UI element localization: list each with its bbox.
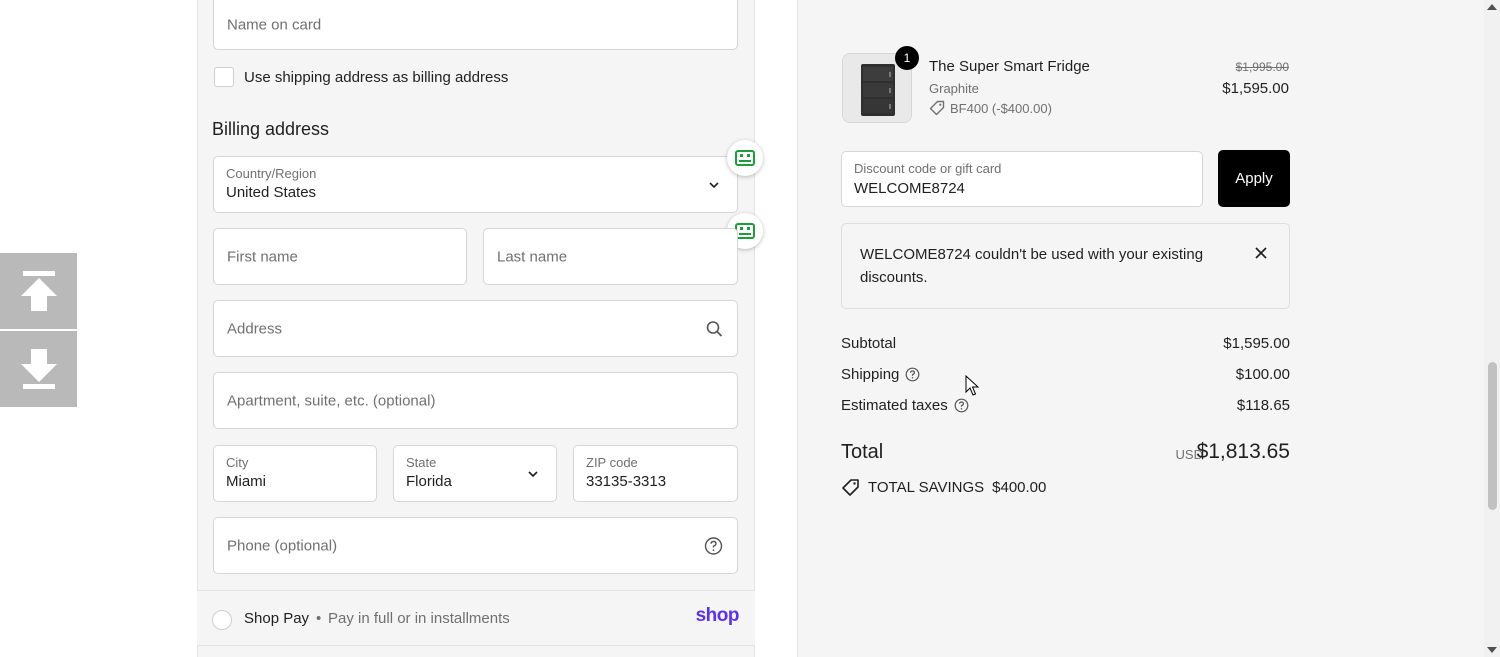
address-field[interactable]: Address: [213, 300, 738, 357]
total-amount: $1,813.65: [1196, 440, 1290, 463]
discount-code-input[interactable]: Discount code or gift card WELCOME8724: [841, 151, 1203, 207]
name-on-card-field[interactable]: Name on card: [213, 0, 738, 50]
last-name-placeholder: Last name: [497, 248, 568, 265]
shop-pay-separator: •: [316, 610, 322, 627]
arrow-up-icon: [20, 271, 57, 311]
apply-button[interactable]: Apply: [1218, 150, 1290, 207]
billing-address-title: Billing address: [212, 119, 330, 139]
close-icon[interactable]: [1253, 245, 1269, 261]
state-value: Florida: [406, 473, 452, 490]
discount-code-label: Discount code or gift card: [854, 161, 1002, 176]
phone-placeholder: Phone (optional): [227, 537, 338, 554]
page-scrollbar[interactable]: [1484, 0, 1500, 657]
shop-pay-option[interactable]: Shop Pay • Pay in full or in installment…: [197, 590, 755, 646]
help-circle-icon[interactable]: [704, 536, 723, 555]
quantity-badge: 1: [895, 46, 919, 70]
zip-label: ZIP code: [586, 455, 638, 470]
total-savings: TOTAL SAVINGS $400.00: [841, 478, 1046, 497]
scroll-up-arrow[interactable]: [1487, 4, 1497, 10]
arrow-down-icon: [20, 349, 57, 389]
first-name-placeholder: First name: [227, 248, 298, 265]
product-discount-code: BF400 (-$400.00): [950, 100, 1052, 116]
product-price-original: $1,995.00: [1235, 60, 1289, 74]
product-price: $1,595.00: [1222, 80, 1289, 97]
product-variant: Graphite: [929, 81, 979, 96]
last-name-field[interactable]: Last name: [483, 228, 738, 285]
product-name: The Super Smart Fridge: [929, 58, 1090, 75]
city-value: Miami: [226, 473, 266, 490]
discount-error-text: WELCOME8724 couldn't be used with your e…: [860, 246, 1204, 286]
shop-pay-subtitle: Pay in full or in installments: [328, 610, 510, 627]
shop-pay-logo: shop: [695, 605, 740, 626]
country-value: United States: [226, 184, 317, 201]
taxes-value: $118.65: [1236, 397, 1290, 414]
taxes-label: Estimated taxes: [841, 397, 948, 414]
zip-field[interactable]: ZIP code 33135-3313: [573, 445, 738, 502]
autofill-button[interactable]: [727, 140, 763, 176]
country-label: Country/Region: [226, 166, 317, 181]
contact-card-icon: [735, 150, 755, 166]
subtotal-value: $1,595.00: [1223, 335, 1290, 352]
scroll-up-button[interactable]: [0, 253, 77, 329]
state-select[interactable]: State Florida: [393, 445, 557, 502]
shipping-value: $100.00: [1235, 366, 1290, 383]
name-on-card-placeholder: Name on card: [227, 16, 322, 34]
state-label: State: [406, 455, 437, 470]
chevron-down-icon: [528, 470, 538, 477]
phone-field[interactable]: Phone (optional): [213, 517, 738, 574]
shop-pay-title: Shop Pay: [244, 610, 310, 627]
scrollbar-thumb[interactable]: [1488, 362, 1497, 510]
shipping-label: Shipping: [841, 366, 900, 383]
subtotal-label: Subtotal: [841, 335, 897, 352]
scroll-down-button[interactable]: [0, 331, 77, 407]
apartment-field[interactable]: Apartment, suite, etc. (optional): [213, 372, 738, 429]
mouse-cursor-icon: [965, 375, 979, 396]
discount-error-notice: WELCOME8724 couldn't be used with your e…: [841, 223, 1290, 309]
help-circle-icon[interactable]: [954, 398, 969, 413]
total-savings-label: TOTAL SAVINGS: [868, 479, 985, 496]
city-label: City: [226, 455, 249, 470]
billing-same-label[interactable]: Use shipping address as billing address: [244, 69, 508, 86]
search-icon: [706, 320, 723, 337]
contact-card-icon: [735, 223, 755, 239]
tag-icon: [929, 100, 945, 116]
apartment-placeholder: Apartment, suite, etc. (optional): [227, 392, 436, 409]
shop-pay-radio[interactable]: [212, 610, 232, 630]
total-label: Total: [841, 441, 884, 463]
first-name-field[interactable]: First name: [213, 228, 467, 285]
city-field[interactable]: City Miami: [213, 445, 377, 502]
product-discount: BF400 (-$400.00): [929, 100, 1052, 116]
total-savings-value: $400.00: [992, 479, 1047, 496]
address-placeholder: Address: [227, 320, 283, 337]
help-circle-icon[interactable]: [905, 367, 920, 382]
tag-icon: [842, 479, 859, 496]
scroll-down-arrow[interactable]: [1487, 647, 1497, 653]
discount-code-value: WELCOME8724: [854, 180, 965, 197]
billing-same-checkbox[interactable]: [214, 67, 234, 87]
country-select[interactable]: Country/Region United States: [213, 156, 738, 213]
zip-value: 33135-3313: [586, 473, 667, 490]
chevron-down-icon: [709, 181, 719, 188]
